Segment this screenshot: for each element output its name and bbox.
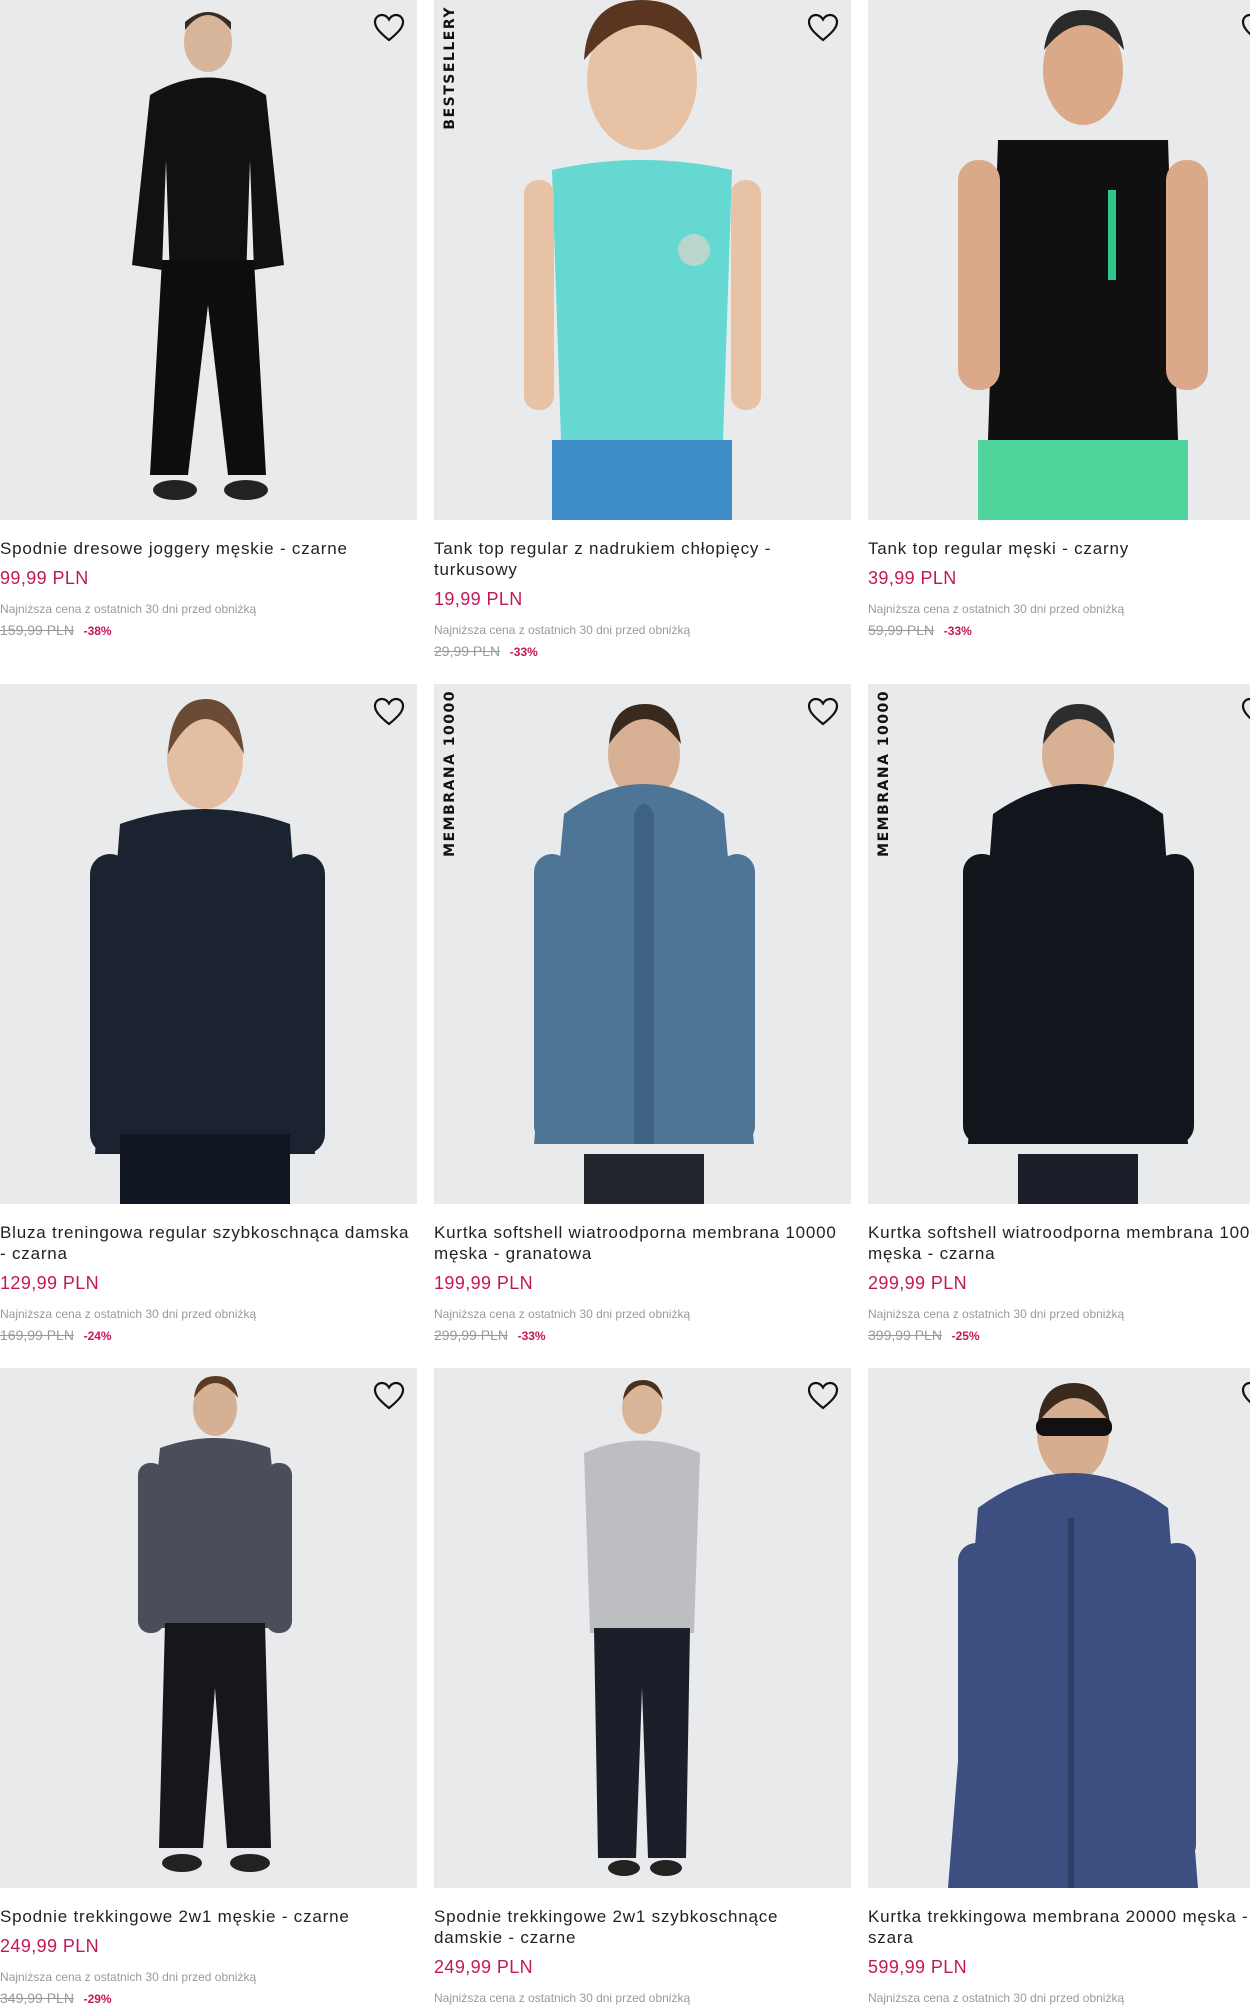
product-name[interactable]: Spodnie dresowe joggery męskie - czarne: [0, 538, 417, 559]
old-price: 59,99 PLN: [868, 622, 935, 638]
product-badge: BESTSELLERY: [442, 6, 458, 130]
product-photo: [958, 10, 1208, 520]
product-photo: [584, 1380, 700, 1876]
favorite-heart-icon[interactable]: [1239, 10, 1250, 46]
product-photo: [132, 12, 284, 500]
product-photo: [534, 704, 755, 1204]
product-card[interactable]: Spodnie trekkingowe 2w1 szybkoschnące da…: [434, 1368, 851, 2005]
product-badge: MEMBRANA 10000: [876, 690, 892, 857]
product-name[interactable]: Kurtka softshell wiatroodporna membrana …: [868, 1222, 1250, 1264]
lowest-price-label: Najniższa cena z ostatnich 30 dni przed …: [434, 623, 691, 637]
old-price: 299,99 PLN: [434, 1327, 508, 1343]
product-image[interactable]: [0, 684, 417, 1204]
product-card[interactable]: Spodnie trekkingowe 2w1 męskie - czarne …: [0, 1368, 417, 2006]
product-name[interactable]: Spodnie trekkingowe 2w1 męskie - czarne: [0, 1906, 417, 1927]
old-price: 399,99 PLN: [868, 1327, 942, 1343]
favorite-heart-icon[interactable]: [371, 694, 407, 730]
product-image[interactable]: MEMBRANA 10000: [868, 684, 1250, 1204]
product-image[interactable]: MEMBRANA 10000: [434, 684, 851, 1204]
product-photo: [963, 704, 1194, 1204]
favorite-heart-icon[interactable]: [371, 1378, 407, 1414]
lowest-price-label: Najniższa cena z ostatnich 30 dni przed …: [868, 1991, 1125, 2005]
product-price: 99,99 PLN: [0, 568, 89, 588]
product-card[interactable]: Bluza treningowa regular szybkoschnąca d…: [0, 684, 417, 1343]
product-image[interactable]: [868, 0, 1250, 520]
product-name[interactable]: Kurtka trekkingowa membrana 20000 męska …: [868, 1906, 1250, 1948]
product-price: 39,99 PLN: [868, 568, 957, 588]
lowest-price-label: Najniższa cena z ostatnich 30 dni przed …: [0, 1970, 257, 1984]
product-card[interactable]: Kurtka trekkingowa membrana 20000 męska …: [868, 1368, 1250, 2005]
product-price: 129,99 PLN: [0, 1273, 100, 1293]
discount-badge: -29%: [83, 1992, 112, 2006]
favorite-heart-icon[interactable]: [805, 694, 841, 730]
product-photo: [138, 1376, 292, 1872]
lowest-price-label: Najniższa cena z ostatnich 30 dni przed …: [868, 602, 1125, 616]
product-photo: [524, 0, 761, 520]
lowest-price-label: Najniższa cena z ostatnich 30 dni przed …: [434, 1307, 691, 1321]
product-price: 249,99 PLN: [434, 1957, 534, 1977]
discount-badge: -33%: [509, 645, 538, 659]
favorite-heart-icon[interactable]: [371, 10, 407, 46]
old-price: 169,99 PLN: [0, 1327, 74, 1343]
lowest-price-label: Najniższa cena z ostatnich 30 dni przed …: [434, 1991, 691, 2005]
product-card[interactable]: Tank top regular męski - czarny 39,99 PL…: [868, 0, 1250, 638]
product-price: 199,99 PLN: [434, 1273, 534, 1293]
product-name[interactable]: Tank top regular męski - czarny: [868, 538, 1250, 559]
product-name[interactable]: Spodnie trekkingowe 2w1 szybkoschnące da…: [434, 1906, 851, 1948]
product-photo: [948, 1383, 1198, 1888]
product-badge: MEMBRANA 10000: [442, 690, 458, 857]
product-name[interactable]: Kurtka softshell wiatroodporna membrana …: [434, 1222, 851, 1264]
discount-badge: -25%: [951, 1329, 980, 1343]
product-card[interactable]: MEMBRANA 10000 Kurtka softshell wiatrood…: [868, 684, 1250, 1343]
product-photo: [90, 699, 325, 1204]
favorite-heart-icon[interactable]: [1239, 1378, 1250, 1414]
product-image[interactable]: [434, 1368, 851, 1888]
discount-badge: -33%: [943, 624, 972, 638]
product-name[interactable]: Bluza treningowa regular szybkoschnąca d…: [0, 1222, 417, 1264]
product-image[interactable]: [868, 1368, 1250, 1888]
product-card[interactable]: MEMBRANA 10000 Kurtka softshell wiatrood…: [434, 684, 851, 1343]
favorite-heart-icon[interactable]: [805, 10, 841, 46]
discount-badge: -24%: [83, 1329, 112, 1343]
product-price: 249,99 PLN: [0, 1936, 100, 1956]
old-price: 159,99 PLN: [0, 622, 74, 638]
favorite-heart-icon[interactable]: [1239, 694, 1250, 730]
product-card[interactable]: BESTSELLERY Tank top regular z nadrukiem…: [434, 0, 851, 659]
product-price: 299,99 PLN: [868, 1273, 968, 1293]
product-image[interactable]: BESTSELLERY: [434, 0, 851, 520]
lowest-price-label: Najniższa cena z ostatnich 30 dni przed …: [868, 1307, 1125, 1321]
product-price: 19,99 PLN: [434, 589, 523, 609]
product-card[interactable]: Spodnie dresowe joggery męskie - czarne …: [0, 0, 417, 638]
product-grid: Spodnie dresowe joggery męskie - czarne …: [0, 0, 1250, 2014]
discount-badge: -38%: [83, 624, 112, 638]
product-name[interactable]: Tank top regular z nadrukiem chłopięcy -…: [434, 538, 851, 580]
product-price: 599,99 PLN: [868, 1957, 968, 1977]
discount-badge: -33%: [517, 1329, 546, 1343]
favorite-heart-icon[interactable]: [805, 1378, 841, 1414]
product-image[interactable]: [0, 0, 417, 520]
old-price: 349,99 PLN: [0, 1990, 74, 2006]
product-image[interactable]: [0, 1368, 417, 1888]
lowest-price-label: Najniższa cena z ostatnich 30 dni przed …: [0, 602, 257, 616]
old-price: 29,99 PLN: [434, 643, 501, 659]
lowest-price-label: Najniższa cena z ostatnich 30 dni przed …: [0, 1307, 257, 1321]
